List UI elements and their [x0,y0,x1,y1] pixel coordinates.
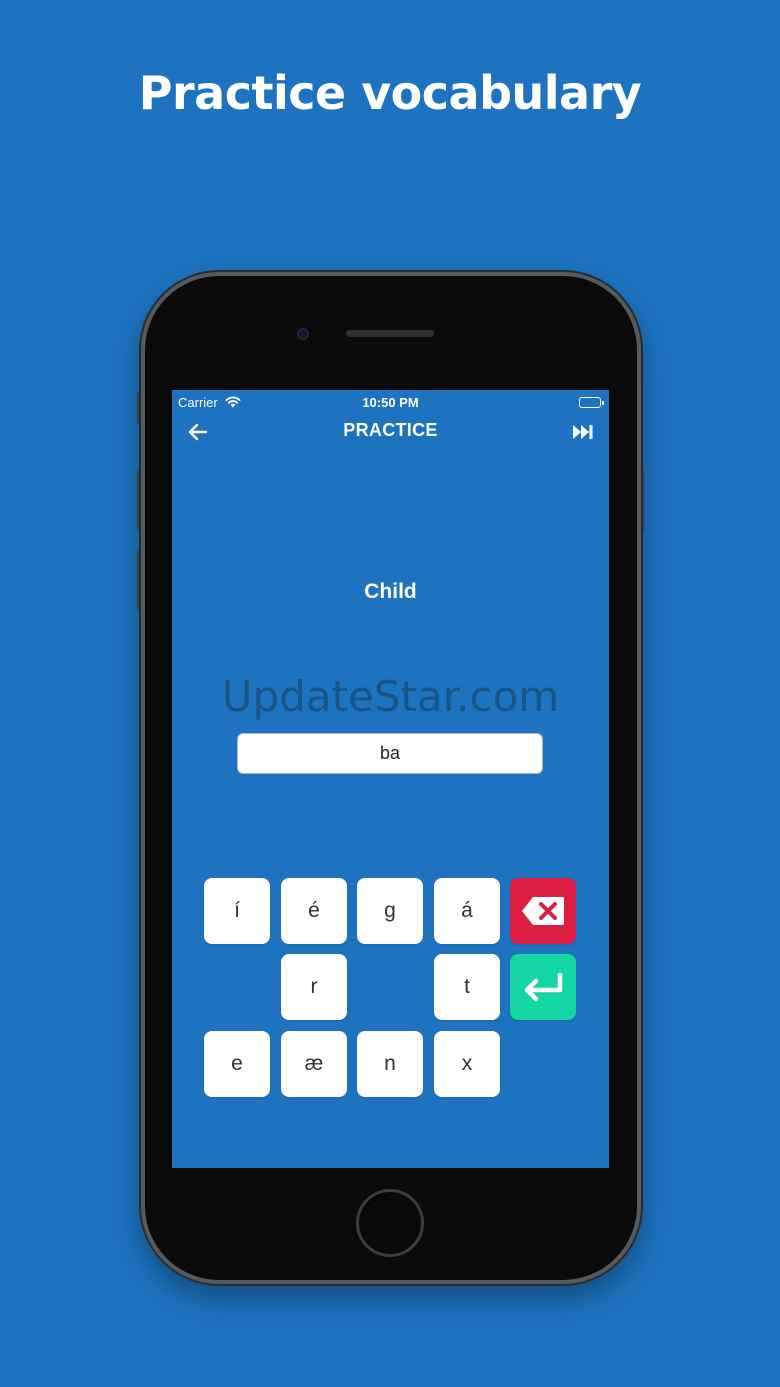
nav-bar: PRACTICE [172,416,609,448]
key-ae[interactable]: æ [281,1031,347,1097]
key-i-acute[interactable]: í [204,878,270,944]
watermark: UpdateStar.com [221,672,560,721]
key-t[interactable]: t [434,954,500,1020]
status-time: 10:50 PM [362,395,419,410]
page-title: PRACTICE [343,420,438,440]
battery-icon [579,397,604,408]
delete-button[interactable] [510,878,576,944]
home-button[interactable] [356,1189,424,1257]
return-arrow-icon [524,972,563,1002]
key-n[interactable]: n [357,1031,423,1097]
answer-field[interactable]: ba [237,733,543,774]
front-camera [297,328,309,340]
prompt-word: Child [364,580,417,603]
key-a-acute[interactable]: á [434,878,500,944]
headline: Practice vocabulary [138,66,642,120]
enter-button[interactable] [510,954,576,1020]
backspace-icon [522,897,564,925]
key-g[interactable]: g [357,878,423,944]
skip-button[interactable] [571,422,595,442]
key-r[interactable]: r [281,954,347,1020]
skip-forward-icon [573,425,593,439]
key-x[interactable]: x [434,1031,500,1097]
key-e-acute[interactable]: é [281,878,347,944]
key-e[interactable]: e [204,1031,270,1097]
earpiece-speaker [346,330,434,337]
app-screen: Carrier 10:50 PM PRACTICE Child UpdateSt… [172,390,609,1168]
status-bar: Carrier 10:50 PM [172,394,609,412]
